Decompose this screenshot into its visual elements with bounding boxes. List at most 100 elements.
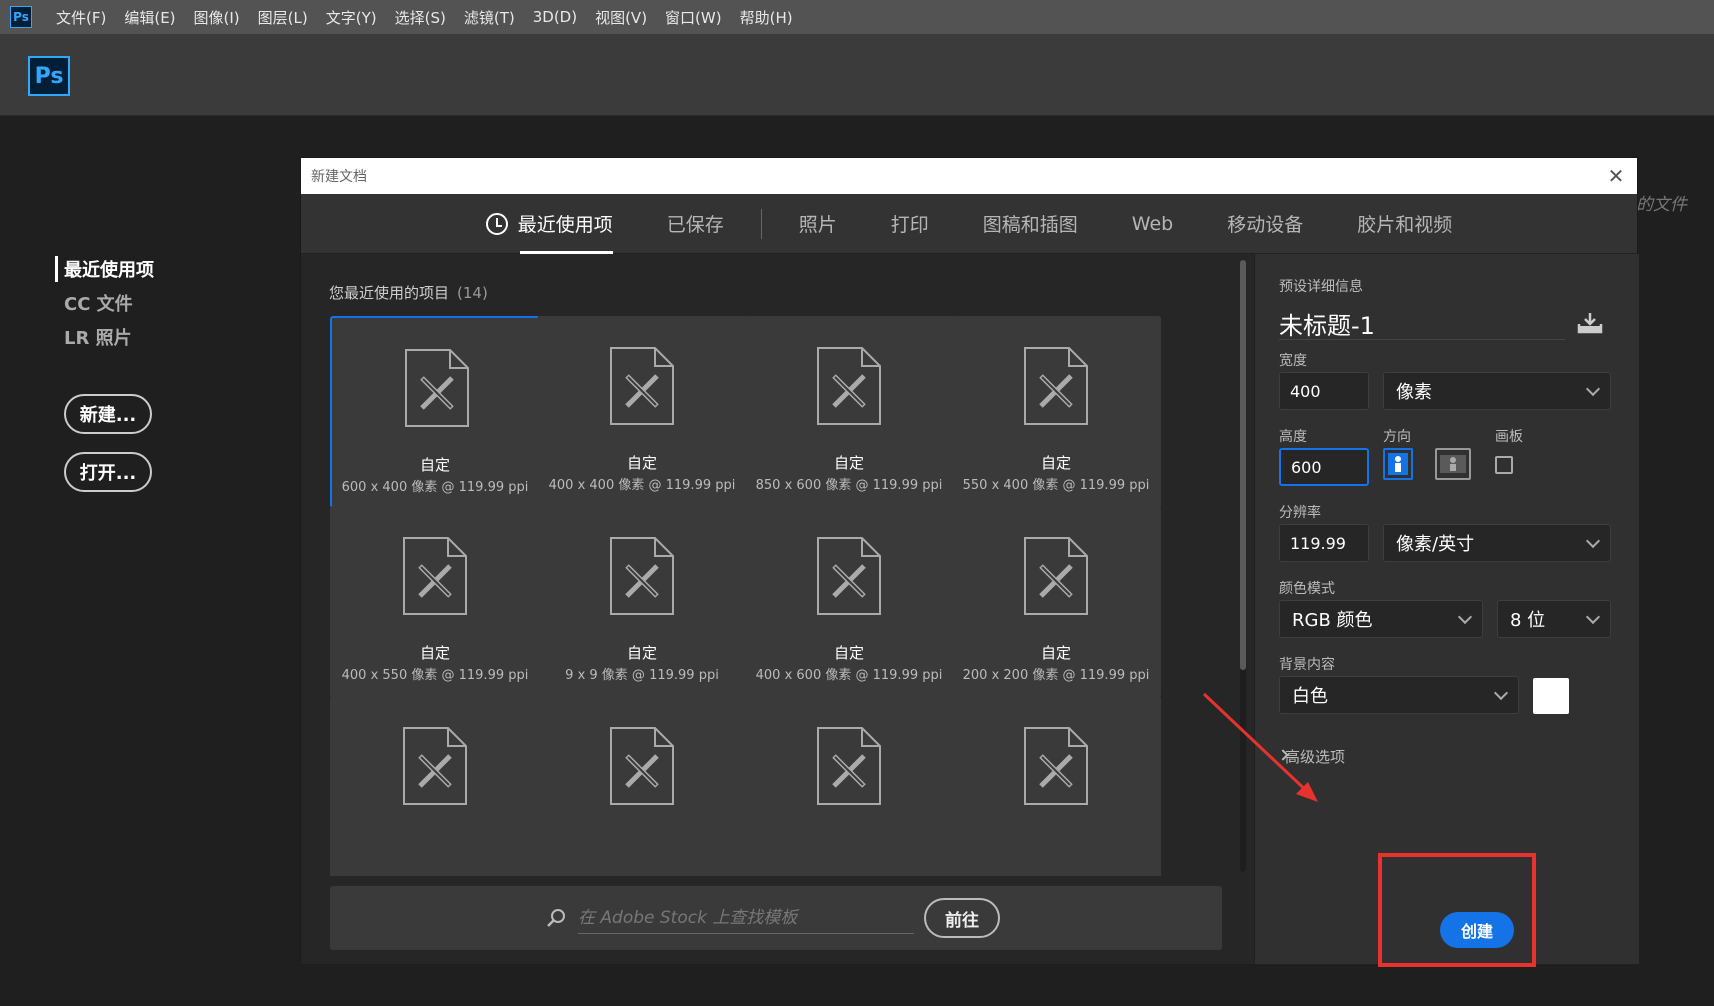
width-unit-select[interactable]: 像素 <box>1383 372 1611 410</box>
preset-name: 自定 <box>419 456 450 474</box>
tab-web[interactable]: Web <box>1132 194 1173 254</box>
home-nav-cc-files[interactable]: CC 文件 <box>64 290 154 316</box>
home-new-button[interactable]: 新建... <box>64 394 152 434</box>
stock-search-input[interactable] <box>578 902 914 934</box>
preset-name: 自定 <box>833 644 864 662</box>
recent-heading-label: 您最近使用的项目 <box>329 284 450 302</box>
tab-mobile[interactable]: 移动设备 <box>1227 194 1303 254</box>
menu-window[interactable]: 窗口(W) <box>665 7 722 28</box>
menu-type[interactable]: 文字(Y) <box>326 7 377 28</box>
preset-card[interactable]: 自定 600 x 400 像素 @ 119.99 ppi <box>330 316 540 508</box>
chevron-down-icon <box>1493 685 1509 701</box>
chevron-down-icon <box>1585 609 1601 625</box>
preset-dimensions: 400 x 600 像素 @ 119.99 ppi <box>755 668 943 683</box>
portrait-orientation-icon[interactable] <box>1383 448 1413 480</box>
resolution-unit-select[interactable]: 像素/英寸 <box>1383 524 1611 562</box>
search-icon <box>547 909 565 927</box>
tab-film-video[interactable]: 胶片和视频 <box>1357 194 1452 254</box>
menu-select[interactable]: 选择(S) <box>395 7 446 28</box>
tab-recent[interactable]: 最近使用项 <box>485 194 613 254</box>
height-label: 高度 <box>1279 429 1307 445</box>
orientation-label: 方向 <box>1383 429 1411 445</box>
preset-card[interactable]: 自定 400 x 400 像素 @ 119.99 ppi <box>537 316 747 508</box>
menu-view[interactable]: 视图(V) <box>595 7 647 28</box>
close-icon[interactable]: ✕ <box>1605 164 1627 188</box>
artboard-label: 画板 <box>1495 429 1523 445</box>
new-document-dialog: 新建文档 ✕ 最近使用项 已保存 照片 打印 图稿和插图 Web 移动设备 胶片… <box>300 157 1639 964</box>
background-label: 背景内容 <box>1279 657 1335 673</box>
preset-dimensions: 400 x 400 像素 @ 119.99 ppi <box>548 478 736 493</box>
tab-art-illustration[interactable]: 图稿和插图 <box>983 194 1078 254</box>
color-mode-value: RGB 颜色 <box>1292 610 1373 631</box>
background-color-swatch[interactable] <box>1533 678 1569 714</box>
preset-grid: 自定 600 x 400 像素 @ 119.99 ppi 自定 400 x 400 像… <box>330 316 1230 876</box>
bit-depth-value: 8 位 <box>1510 610 1546 631</box>
preset-dimensions: 400 x 550 像素 @ 119.99 ppi <box>341 668 529 683</box>
preset-card[interactable]: 自定 400 x 550 像素 @ 119.99 ppi <box>330 506 540 698</box>
document-template-icon <box>404 348 470 428</box>
scrollbar-thumb[interactable] <box>1240 260 1246 670</box>
preset-name: 自定 <box>419 644 450 662</box>
recent-count: (14) <box>457 284 488 302</box>
preset-name: 自定 <box>1040 454 1071 472</box>
chevron-down-icon <box>1585 381 1601 397</box>
tab-saved[interactable]: 已保存 <box>667 194 724 254</box>
tab-photo[interactable]: 照片 <box>799 194 837 254</box>
stock-go-button[interactable]: 前往 <box>924 898 1000 938</box>
preset-card[interactable]: 自定 550 x 400 像素 @ 119.99 ppi <box>951 316 1161 508</box>
preset-card[interactable]: 自定 200 x 200 像素 @ 119.99 ppi <box>951 506 1161 698</box>
menu-layer[interactable]: 图层(L) <box>258 7 308 28</box>
preset-dimensions: 9 x 9 像素 @ 119.99 ppi <box>565 668 719 683</box>
document-template-icon <box>816 726 882 806</box>
document-name-field[interactable]: 未标题-1 <box>1279 306 1565 340</box>
width-field[interactable]: 400 <box>1279 372 1369 410</box>
preset-dimensions: 200 x 200 像素 @ 119.99 ppi <box>962 668 1150 683</box>
preset-card[interactable] <box>330 696 540 876</box>
document-template-icon <box>816 536 882 616</box>
document-template-icon <box>1023 726 1089 806</box>
preset-details-title: 预设详细信息 <box>1279 279 1363 295</box>
bit-depth-select[interactable]: 8 位 <box>1497 600 1611 638</box>
tab-print[interactable]: 打印 <box>891 194 929 254</box>
menu-image[interactable]: 图像(I) <box>194 7 240 28</box>
preset-card[interactable]: 自定 850 x 600 像素 @ 119.99 ppi <box>744 316 954 508</box>
document-template-icon <box>1023 536 1089 616</box>
stock-search-bar: 前往 <box>330 886 1222 950</box>
artboard-checkbox[interactable] <box>1495 456 1513 474</box>
dialog-titlebar: 新建文档 ✕ <box>301 158 1637 194</box>
resolution-label: 分辨率 <box>1279 505 1321 521</box>
preset-card[interactable] <box>951 696 1161 876</box>
color-mode-select[interactable]: RGB 颜色 <box>1279 600 1483 638</box>
home-nav-recent[interactable]: 最近使用项 <box>55 256 154 282</box>
tab-recent-label: 最近使用项 <box>517 214 613 236</box>
width-label: 宽度 <box>1279 353 1307 369</box>
menu-filter[interactable]: 滤镜(T) <box>464 7 515 28</box>
preset-dimensions: 850 x 600 像素 @ 119.99 ppi <box>755 478 943 493</box>
landscape-orientation-icon[interactable] <box>1435 448 1471 480</box>
document-template-icon <box>816 346 882 426</box>
preset-name: 自定 <box>626 454 657 472</box>
recent-presets-panel: 您最近使用的项目 (14) 自定 600 x 400 像素 @ 119.99 ppi… <box>301 254 1254 964</box>
preset-card[interactable] <box>537 696 747 876</box>
resolution-unit-value: 像素/英寸 <box>1396 534 1475 555</box>
menu-3d[interactable]: 3D(D) <box>533 8 577 26</box>
color-mode-label: 颜色模式 <box>1279 581 1335 597</box>
preset-name: 自定 <box>833 454 864 472</box>
menu-edit[interactable]: 编辑(E) <box>124 7 175 28</box>
recent-heading: 您最近使用的项目 (14) <box>329 282 488 303</box>
menu-help[interactable]: 帮助(H) <box>740 7 793 28</box>
save-preset-icon[interactable] <box>1577 312 1603 334</box>
preset-name: 自定 <box>626 644 657 662</box>
preset-card[interactable] <box>744 696 954 876</box>
annotation-highlight-box <box>1378 853 1536 967</box>
preset-card[interactable]: 自定 9 x 9 像素 @ 119.99 ppi <box>537 506 747 698</box>
home-nav-lr-photos[interactable]: LR 照片 <box>64 324 154 350</box>
home-open-button[interactable]: 打开... <box>64 452 152 492</box>
height-field[interactable]: 600 <box>1279 448 1369 486</box>
preset-card[interactable]: 自定 400 x 600 像素 @ 119.99 ppi <box>744 506 954 698</box>
tab-divider <box>760 208 762 239</box>
ps-logo-icon[interactable]: Ps <box>28 56 70 96</box>
resolution-field[interactable]: 119.99 <box>1279 524 1369 562</box>
dialog-title: 新建文档 <box>311 169 367 185</box>
menu-file[interactable]: 文件(F) <box>56 7 106 28</box>
